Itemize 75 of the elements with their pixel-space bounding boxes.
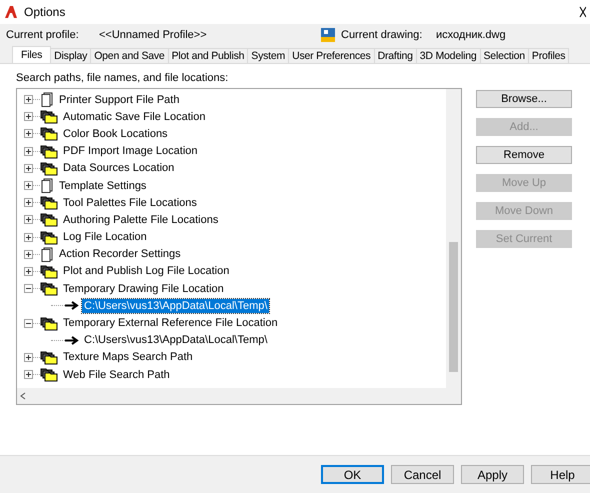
tree-item[interactable]: Color Book Locations [61, 126, 170, 141]
tab[interactable]: Display [50, 48, 92, 63]
window-title: Options [24, 5, 66, 19]
tree-item[interactable]: Data Sources Location [61, 161, 176, 176]
scroll-left-icon[interactable] [20, 392, 26, 400]
folders-icon [40, 126, 58, 142]
expand-toggle[interactable] [24, 164, 33, 173]
collapse-toggle[interactable] [24, 284, 33, 294]
folders-icon [40, 367, 58, 382]
folders-icon [40, 350, 58, 365]
tree-item[interactable]: Web File Search Path [61, 368, 172, 382]
document-icon [40, 92, 54, 108]
expand-toggle[interactable] [24, 215, 33, 224]
document-icon [40, 178, 54, 194]
dialog-button[interactable]: Cancel [391, 465, 454, 484]
folders-icon [40, 230, 58, 245]
side-button[interactable]: Browse... [476, 90, 572, 108]
expand-toggle[interactable] [24, 129, 33, 138]
expand-toggle[interactable] [24, 232, 33, 242]
tab[interactable]: Files [12, 46, 52, 63]
tree-item[interactable]: Temporary Drawing File Location [61, 282, 226, 296]
folders-icon [40, 281, 58, 296]
dialog-button[interactable]: Help [531, 465, 590, 484]
profile-label: Current profile: [6, 29, 80, 41]
tree-item[interactable]: PDF Import Image Location [61, 144, 200, 158]
drawing-label: Current drawing: [341, 29, 424, 41]
folders-icon [40, 144, 58, 159]
expand-toggle[interactable] [24, 146, 33, 156]
arrow-icon [65, 336, 79, 345]
side-button[interactable]: Remove [476, 146, 572, 164]
expand-toggle[interactable] [24, 95, 33, 104]
path-item[interactable]: C:\Users\vus13\AppData\Local\Temp\ [82, 333, 270, 348]
tab[interactable]: Profiles [528, 48, 570, 63]
tree-item[interactable]: Temporary External Reference File Location [61, 316, 280, 330]
app-logo-icon [4, 5, 18, 19]
tree-item[interactable]: Tool Palettes File Locations [61, 196, 199, 210]
close-icon[interactable] [578, 6, 586, 18]
folders-icon [40, 160, 58, 176]
tree-item[interactable]: Action Recorder Settings [57, 247, 183, 262]
tree-label: Search paths, file names, and file locations: [16, 72, 230, 84]
scrollbar-thumb[interactable] [449, 242, 458, 372]
folders-icon [40, 212, 58, 228]
expand-toggle[interactable] [24, 352, 33, 362]
expand-toggle[interactable] [24, 181, 33, 190]
drawing-name: исходник.dwg [436, 29, 506, 41]
tab[interactable]: Drafting [374, 48, 417, 63]
drawing-icon [321, 28, 335, 42]
tree-item[interactable]: Log File Location [61, 230, 149, 244]
expand-toggle[interactable] [24, 370, 33, 380]
tree-item[interactable]: Authoring Palette File Locations [61, 212, 220, 227]
collapse-toggle[interactable] [24, 318, 33, 328]
vertical-scrollbar[interactable] [446, 89, 461, 388]
folders-icon [40, 195, 58, 210]
profile-name: <<Unnamed Profile>> [99, 29, 208, 41]
horizontal-scrollbar[interactable] [17, 388, 446, 404]
expand-toggle[interactable] [24, 198, 33, 208]
tree-item[interactable]: Printer Support File Path [57, 92, 182, 107]
dialog-button[interactable]: Apply [461, 465, 524, 484]
path-item[interactable]: C:\Users\vus13\AppData\Local\Temp\ [82, 298, 270, 313]
expand-toggle[interactable] [24, 266, 33, 276]
document-icon [40, 246, 54, 262]
folders-icon [40, 316, 58, 331]
tree-item[interactable]: Plot and Publish Log File Location [61, 264, 232, 278]
tab[interactable]: System [247, 48, 290, 63]
expand-toggle[interactable] [24, 112, 33, 122]
expand-toggle[interactable] [24, 250, 33, 259]
arrow-icon [65, 301, 79, 310]
dialog-button[interactable]: OK [321, 465, 384, 484]
tab[interactable]: 3D Modeling [416, 48, 480, 63]
folders-icon [40, 109, 58, 124]
tab[interactable]: Open and Save [90, 48, 169, 63]
tree-item[interactable]: Texture Maps Search Path [61, 350, 195, 364]
tree-item[interactable]: Automatic Save File Location [61, 110, 208, 124]
tree-item[interactable]: Template Settings [57, 178, 148, 193]
folders-icon [40, 264, 58, 279]
